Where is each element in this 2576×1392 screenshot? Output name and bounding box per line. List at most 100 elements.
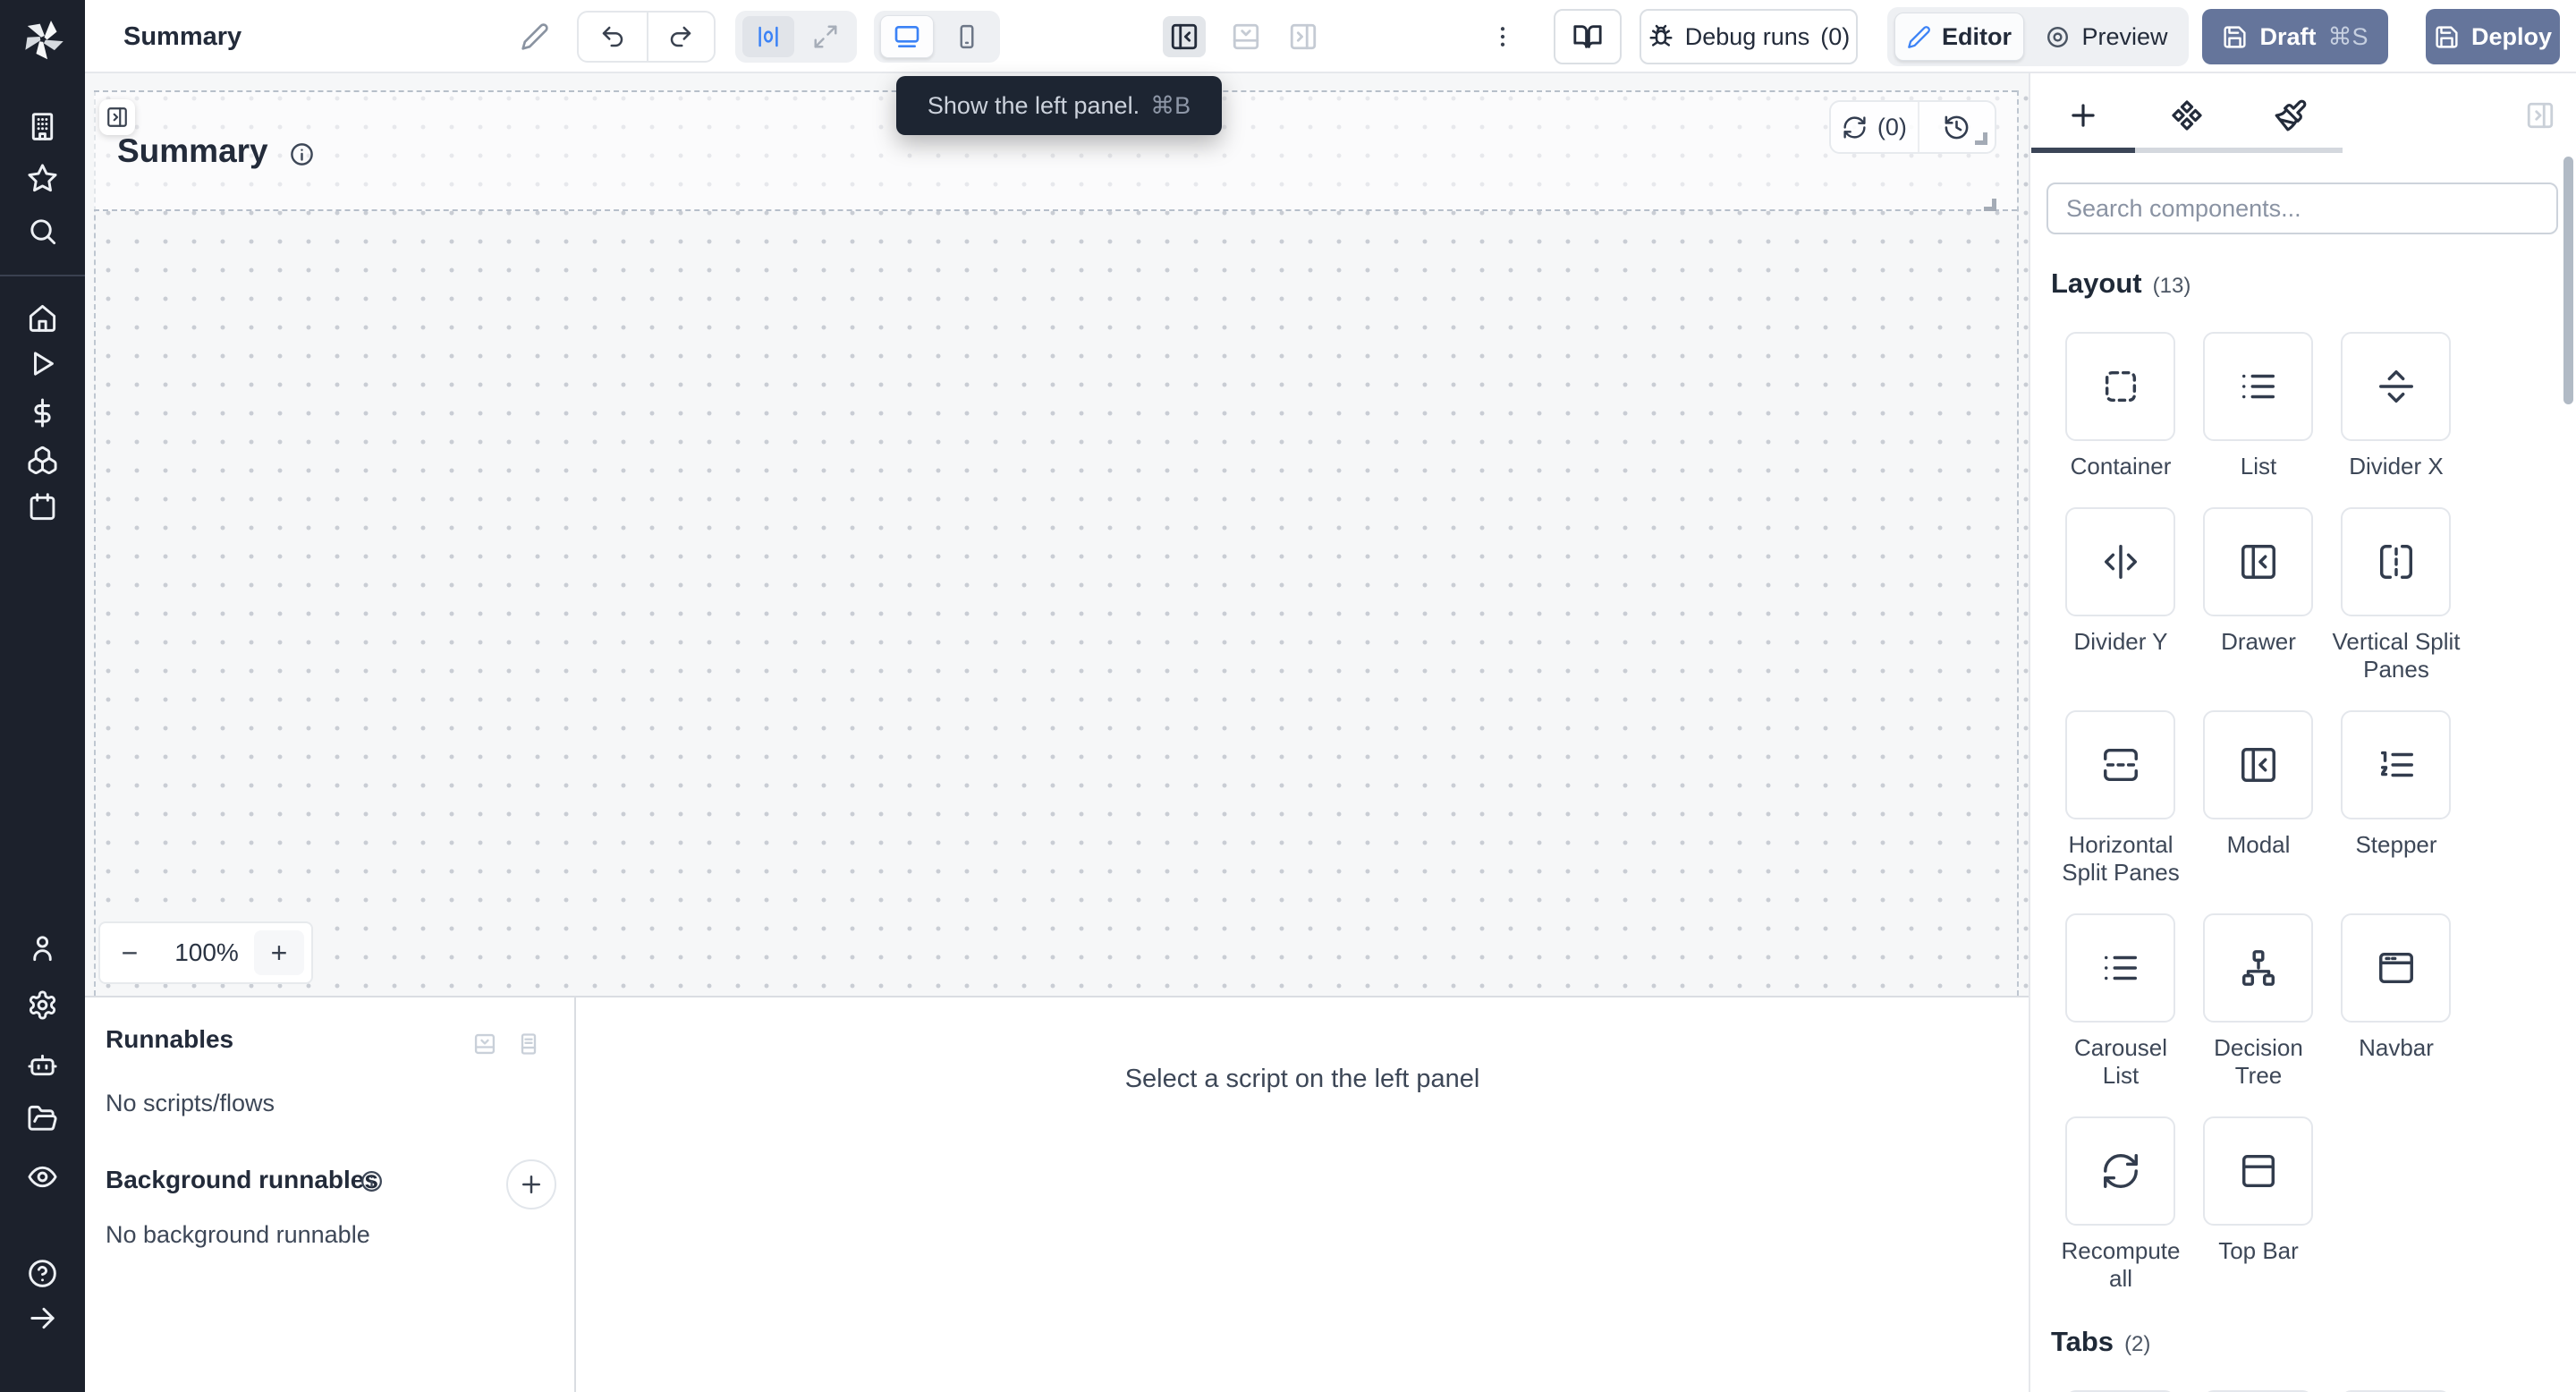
canvas-left-guide	[94, 90, 96, 996]
component-card-decision-tree[interactable]	[2203, 913, 2313, 1023]
title-info-icon[interactable]	[289, 141, 315, 167]
horizontal-split-icon	[2100, 744, 2141, 785]
sidebar-item-workspace-icon[interactable]	[27, 111, 58, 142]
monitor-icon	[893, 22, 921, 51]
component-card-modal[interactable]	[2203, 710, 2313, 819]
refresh-count: (0)	[1877, 114, 1907, 141]
undo-icon	[599, 23, 626, 50]
component-cell: Horizontal Split Panes	[2065, 710, 2175, 887]
tab-styling-icon[interactable]	[2274, 98, 2308, 132]
redo-icon	[667, 23, 694, 50]
fullscreen-button[interactable]	[794, 23, 857, 50]
component-label: Recompute all	[2055, 1237, 2186, 1293]
component-card-carousel-list[interactable]	[2065, 913, 2175, 1023]
component-label: Decision Tree	[2193, 1034, 2324, 1090]
preview-tab[interactable]: Preview	[2024, 23, 2189, 51]
component-label: Vertical Split Panes	[2331, 628, 2462, 683]
component-label: Container	[2055, 453, 2186, 480]
resize-handle[interactable]	[1984, 199, 1996, 211]
sidebar-item-account-icon[interactable]	[27, 932, 58, 963]
deploy-button[interactable]: Deploy	[2426, 9, 2560, 64]
sidebar-item-audit-logs-icon[interactable]	[27, 1161, 58, 1193]
add-background-runnable-button[interactable]	[506, 1159, 556, 1210]
deploy-save-icon	[2434, 24, 2460, 50]
debug-runs-button[interactable]: Debug runs (0)	[1640, 9, 1858, 64]
more-menu-button[interactable]	[1487, 18, 1518, 55]
recompute-icon	[2100, 1150, 2141, 1192]
component-card-recompute-all[interactable]	[2065, 1116, 2175, 1226]
tab-components-icon[interactable]	[2170, 98, 2204, 132]
canvas-app-title: Summary	[117, 132, 268, 170]
sidebar-item-resources-icon[interactable]	[27, 445, 58, 476]
edit-title-icon[interactable]	[521, 22, 549, 51]
sidebar-item-help-icon[interactable]	[27, 1258, 58, 1289]
search-components-input[interactable]	[2046, 182, 2558, 234]
bug-icon	[1648, 23, 1674, 50]
undo-button[interactable]	[579, 13, 647, 61]
section-count: (13)	[2153, 274, 2191, 299]
docs-button[interactable]	[1554, 9, 1622, 64]
sidebar-item-workers-icon[interactable]	[27, 1049, 58, 1081]
toggle-bottom-panel-button[interactable]	[1229, 16, 1263, 57]
app-canvas[interactable]: Summary (0) − 100% +	[85, 73, 2029, 996]
component-card-navbar[interactable]	[2341, 913, 2451, 1023]
sidebar-item-schedules-icon[interactable]	[27, 491, 58, 522]
navbar-icon	[2376, 947, 2417, 989]
right-panel-tabs	[2030, 73, 2576, 153]
draft-button[interactable]: Draft ⌘S	[2202, 9, 2388, 64]
vertical-split-icon	[2376, 541, 2417, 582]
component-card-vertical-split-panes[interactable]	[2341, 507, 2451, 616]
component-label: Stepper	[2331, 831, 2462, 859]
canvas-header-actions: (0)	[1829, 100, 1996, 154]
windmill-logo-icon[interactable]	[16, 13, 70, 66]
runnables-doc-icon[interactable]	[516, 1031, 541, 1057]
right-panel-scrollbar[interactable]	[2563, 157, 2573, 404]
alignment-group	[735, 11, 857, 63]
grid-align-button[interactable]	[742, 16, 794, 57]
panel-left-icon	[1169, 21, 1199, 52]
toggle-left-panel-button[interactable]	[1163, 16, 1206, 57]
component-card-divider-x[interactable]	[2341, 332, 2451, 441]
drawer-icon	[2238, 541, 2279, 582]
tab-insert-component[interactable]	[2066, 98, 2100, 132]
collapse-runnables-icon[interactable]	[472, 1031, 497, 1057]
zoom-out-button[interactable]: −	[100, 937, 159, 970]
sidebar-item-expand-sidebar-icon[interactable]	[27, 1303, 58, 1334]
device-toggle-group	[874, 11, 1000, 63]
canvas-right-guide	[2017, 90, 2019, 996]
bottom-panel-divider[interactable]	[574, 997, 576, 1392]
component-cell: Container	[2065, 332, 2175, 480]
sidebar-item-usage-icon[interactable]	[27, 397, 58, 429]
sidebar-item-favorites-icon[interactable]	[27, 163, 58, 194]
save-icon	[2222, 24, 2248, 50]
desktop-view-button[interactable]	[880, 15, 934, 58]
component-cell: Divider Y	[2065, 507, 2175, 683]
editor-tab[interactable]: Editor	[1894, 13, 2024, 61]
sidebar-item-search-icon[interactable]	[27, 216, 58, 247]
background-info-icon[interactable]	[360, 1169, 384, 1193]
component-card-divider-y[interactable]	[2065, 507, 2175, 616]
tooltip-shortcut: ⌘B	[1150, 92, 1191, 120]
component-card-drawer[interactable]	[2203, 507, 2313, 616]
component-card-container[interactable]	[2065, 332, 2175, 441]
sidebar-item-runs-icon[interactable]	[27, 348, 58, 379]
runnables-title: Runnables	[106, 1025, 233, 1054]
toggle-right-panel-button[interactable]	[1286, 16, 1320, 57]
sidebar-item-home-icon[interactable]	[27, 302, 58, 334]
sidebar-divider	[0, 275, 85, 276]
redo-button[interactable]	[647, 13, 715, 61]
component-card-stepper[interactable]	[2341, 710, 2451, 819]
component-card-list[interactable]	[2203, 332, 2313, 441]
component-card-horizontal-split-panes[interactable]	[2065, 710, 2175, 819]
preview-icon	[2045, 24, 2071, 50]
zoom-in-button[interactable]: +	[254, 930, 304, 975]
reopen-left-panel-button[interactable]	[99, 99, 135, 135]
sidebar-item-settings-icon[interactable]	[27, 989, 58, 1021]
refresh-app-button[interactable]: (0)	[1831, 102, 1919, 152]
collapse-right-panel-icon[interactable]	[2525, 100, 2555, 131]
resize-handle[interactable]	[1975, 132, 1987, 145]
mobile-view-button[interactable]	[934, 23, 1000, 50]
component-card-top-bar[interactable]	[2203, 1116, 2313, 1226]
sidebar-item-folders-icon[interactable]	[27, 1103, 58, 1134]
modal-icon	[2238, 744, 2279, 785]
